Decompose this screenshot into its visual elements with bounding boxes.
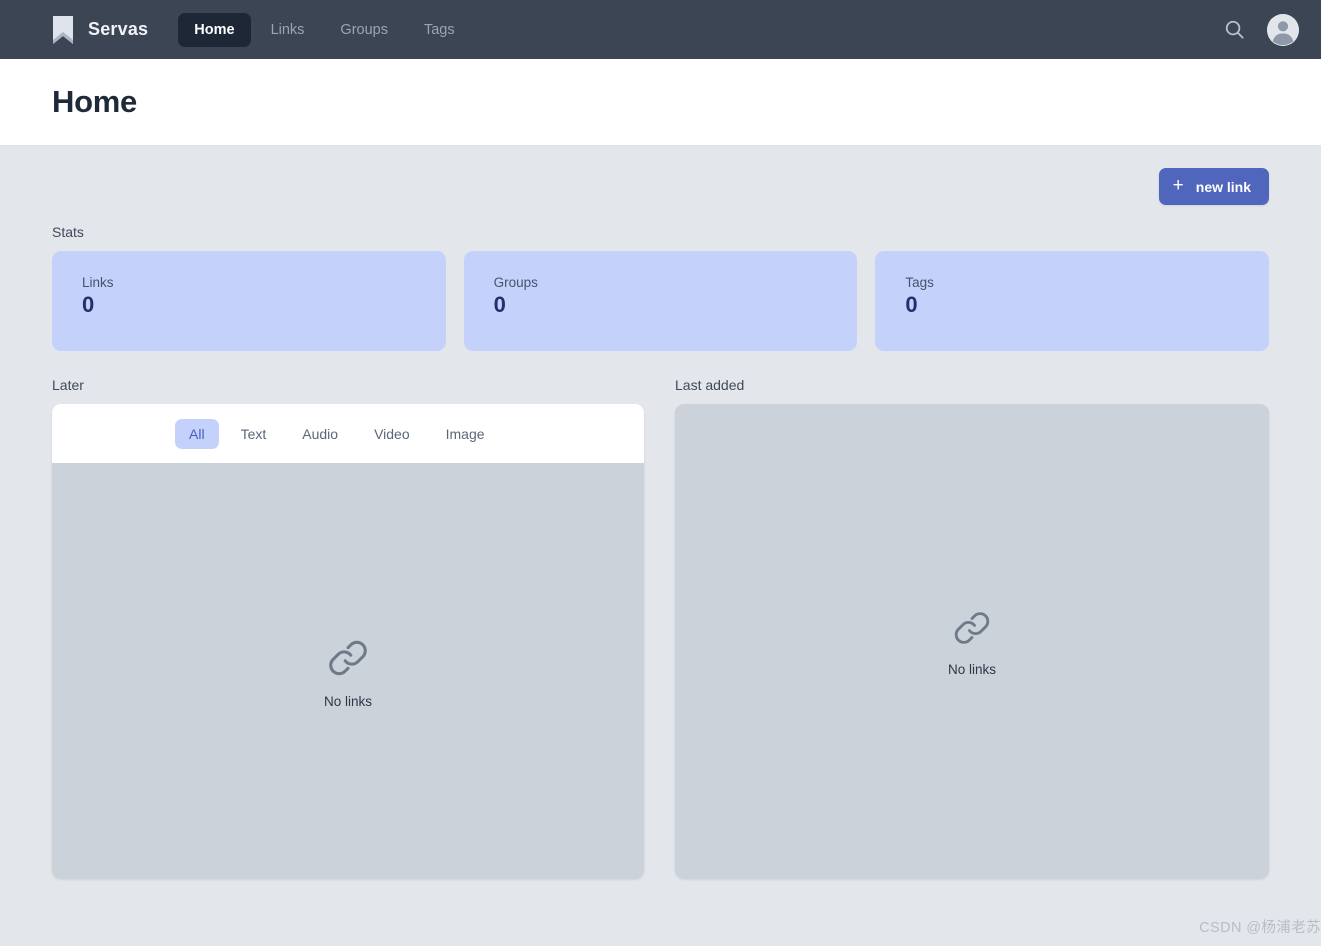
top-navbar: Servas Home Links Groups Tags (0, 0, 1321, 59)
brand-logo-link[interactable]: Servas (52, 15, 148, 45)
nav-links: Home Links Groups Tags (178, 12, 471, 47)
later-empty-text: No links (323, 693, 372, 709)
later-column: Later All Text Audio Video Image No link… (52, 377, 644, 879)
search-icon[interactable] (1221, 17, 1247, 43)
filter-tab-video[interactable]: Video (360, 419, 424, 449)
stat-card-value: 0 (493, 292, 506, 317)
stat-card-groups[interactable]: Groups 0 (463, 251, 858, 351)
nav-item-home[interactable]: Home (178, 12, 251, 47)
last-added-section-label: Last added (675, 377, 745, 393)
nav-item-links[interactable]: Links (255, 13, 321, 47)
nav-item-tags[interactable]: Tags (408, 13, 471, 47)
stat-card-links[interactable]: Links 0 (52, 251, 446, 351)
later-panel: All Text Audio Video Image No links (52, 404, 644, 879)
content-columns: Later All Text Audio Video Image No link… (52, 377, 1269, 879)
navbar-right-actions (1221, 13, 1299, 46)
page-header: Home (0, 59, 1321, 146)
new-link-button[interactable]: + new link (1158, 168, 1269, 205)
stat-card-label: Tags (905, 275, 934, 290)
chain-link-icon (324, 634, 372, 682)
csdn-watermark: CSDN @杨浦老苏 (1199, 920, 1321, 936)
nav-item-groups[interactable]: Groups (324, 13, 404, 47)
last-added-column: Last added No links (675, 377, 1269, 879)
last-added-empty-text: No links (947, 662, 996, 677)
chain-link-icon (950, 606, 994, 650)
stat-card-value: 0 (905, 292, 918, 317)
later-section-label: Later (52, 377, 84, 393)
filter-tab-audio[interactable]: Audio (288, 419, 352, 449)
stats-section-label: Stats (52, 224, 84, 240)
later-empty-state: No links (52, 463, 644, 879)
filter-tab-text[interactable]: Text (227, 419, 281, 449)
page-title: Home (52, 84, 137, 119)
stat-card-value: 0 (82, 292, 95, 317)
stat-card-label: Links (82, 275, 114, 290)
brand-name: Servas (88, 19, 149, 39)
toolbar: + new link (52, 168, 1269, 205)
later-filter-bar: All Text Audio Video Image (52, 404, 644, 463)
bookmark-icon (52, 15, 74, 45)
stat-card-tags[interactable]: Tags 0 (875, 251, 1269, 351)
last-added-empty-state: No links (675, 404, 1269, 879)
stat-card-label: Groups (493, 275, 538, 290)
last-added-panel: No links (675, 404, 1269, 879)
filter-tab-image[interactable]: Image (432, 419, 499, 449)
main-content: + new link Stats Links 0 Groups 0 Tags 0… (0, 146, 1321, 945)
stats-grid: Links 0 Groups 0 Tags 0 (52, 251, 1269, 351)
new-link-button-label: new link (1195, 178, 1251, 195)
user-avatar-icon[interactable] (1267, 13, 1299, 46)
plus-icon: + (1172, 175, 1184, 196)
filter-tab-all[interactable]: All (175, 418, 219, 449)
